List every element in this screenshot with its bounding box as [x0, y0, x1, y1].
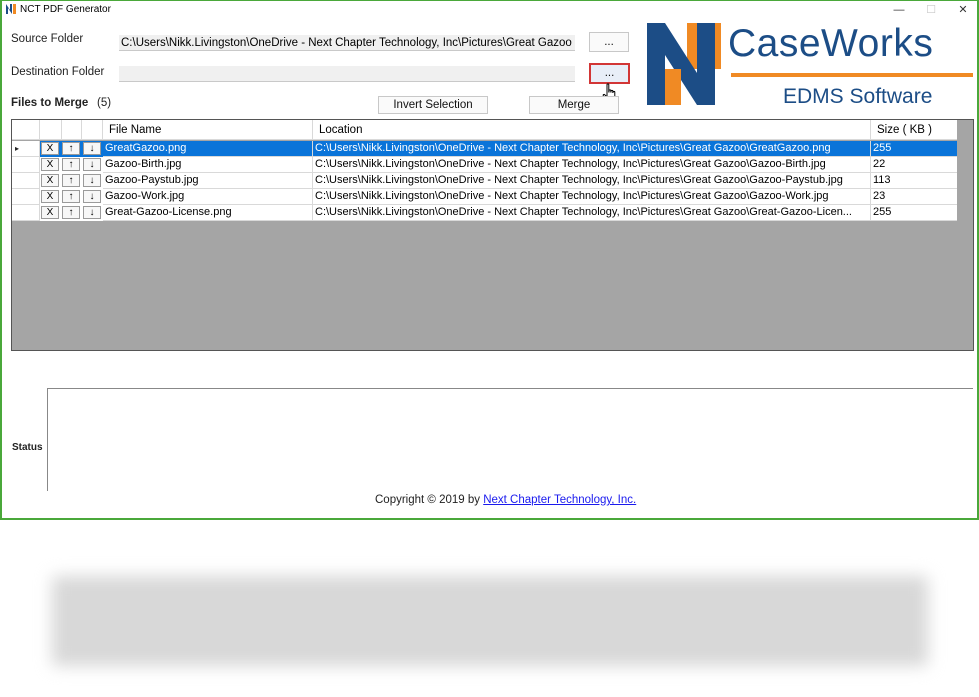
- close-button[interactable]: ✕: [952, 2, 974, 18]
- status-box[interactable]: [47, 388, 973, 491]
- title-bar: NCT PDF Generator — ☐ ✕: [2, 1, 977, 19]
- copyright-text: Copyright © 2019 by: [375, 494, 484, 506]
- app-icon: [5, 3, 17, 15]
- header-row-selector: [12, 120, 40, 140]
- minimize-button[interactable]: —: [888, 2, 910, 18]
- size-cell[interactable]: 23: [871, 189, 958, 205]
- move-down-button[interactable]: ↓: [83, 174, 101, 187]
- maximize-button[interactable]: ☐: [920, 2, 942, 18]
- move-down-button[interactable]: ↓: [83, 158, 101, 171]
- status-label: Status: [12, 442, 43, 453]
- destination-folder-field[interactable]: [119, 66, 575, 82]
- row-selector[interactable]: [12, 173, 40, 189]
- caseworks-logo: CaseWorks EDMS Software: [645, 21, 975, 111]
- move-down-button[interactable]: ↓: [83, 142, 101, 155]
- file-name-cell[interactable]: Gazoo-Work.jpg: [103, 189, 313, 205]
- source-folder-field[interactable]: C:\Users\Nikk.Livingston\OneDrive - Next…: [119, 35, 575, 51]
- table-row[interactable]: X ↑ ↓ Great-Gazoo-License.png C:\Users\N…: [12, 205, 958, 221]
- app-window: NCT PDF Generator — ☐ ✕ Source Folder C:…: [0, 0, 979, 520]
- location-cell[interactable]: C:\Users\Nikk.Livingston\OneDrive - Next…: [313, 141, 871, 157]
- table-row[interactable]: X ↑ ↓ Gazoo-Birth.jpg C:\Users\Nikk.Livi…: [12, 157, 958, 173]
- move-up-button[interactable]: ↑: [62, 190, 80, 203]
- invert-selection-button[interactable]: Invert Selection: [378, 96, 488, 114]
- destination-folder-label: Destination Folder: [11, 66, 105, 78]
- move-down-button[interactable]: ↓: [83, 190, 101, 203]
- remove-button[interactable]: X: [41, 206, 59, 219]
- header-size[interactable]: Size ( KB ): [871, 120, 958, 140]
- files-count: (5): [97, 97, 112, 109]
- window-title: NCT PDF Generator: [20, 4, 111, 15]
- table-row[interactable]: X ↑ ↓ Gazoo-Paystub.jpg C:\Users\Nikk.Li…: [12, 173, 958, 189]
- remove-button[interactable]: X: [41, 174, 59, 187]
- table-row[interactable]: ▸ X ↑ ↓ GreatGazoo.png C:\Users\Nikk.Liv…: [12, 141, 958, 157]
- row-selector[interactable]: [12, 157, 40, 173]
- location-cell[interactable]: C:\Users\Nikk.Livingston\OneDrive - Next…: [313, 205, 871, 221]
- caseworks-logo-tagline: EDMS Software: [783, 85, 933, 108]
- location-cell[interactable]: C:\Users\Nikk.Livingston\OneDrive - Next…: [313, 189, 871, 205]
- move-up-button[interactable]: ↑: [62, 158, 80, 171]
- size-cell[interactable]: 22: [871, 157, 958, 173]
- row-selector[interactable]: [12, 189, 40, 205]
- header-remove: [40, 120, 62, 140]
- caseworks-logo-name: CaseWorks: [728, 22, 934, 65]
- row-selector-icon[interactable]: ▸: [12, 141, 40, 157]
- files-to-merge-label: Files to Merge: [11, 97, 89, 109]
- remove-button[interactable]: X: [41, 190, 59, 203]
- copyright: Copyright © 2019 by Next Chapter Technol…: [375, 494, 636, 506]
- destination-browse-button[interactable]: ...: [589, 63, 630, 84]
- size-cell[interactable]: 113: [871, 173, 958, 189]
- size-cell[interactable]: 255: [871, 205, 958, 221]
- blurred-region: [52, 576, 928, 666]
- merge-button[interactable]: Merge: [529, 96, 619, 114]
- header-down: [82, 120, 103, 140]
- location-cell[interactable]: C:\Users\Nikk.Livingston\OneDrive - Next…: [313, 157, 871, 173]
- location-cell[interactable]: C:\Users\Nikk.Livingston\OneDrive - Next…: [313, 173, 871, 189]
- move-up-button[interactable]: ↑: [62, 206, 80, 219]
- grid-vertical-scrollbar[interactable]: [957, 120, 973, 350]
- source-folder-label: Source Folder: [11, 33, 84, 45]
- file-name-cell[interactable]: Great-Gazoo-License.png: [103, 205, 313, 221]
- source-browse-button[interactable]: ...: [589, 32, 629, 52]
- logo-divider: [731, 73, 973, 77]
- header-up: [62, 120, 82, 140]
- header-file-name[interactable]: File Name: [103, 120, 313, 140]
- file-name-cell[interactable]: Gazoo-Paystub.jpg: [103, 173, 313, 189]
- remove-button[interactable]: X: [41, 142, 59, 155]
- remove-button[interactable]: X: [41, 158, 59, 171]
- grid-header: File Name Location Size ( KB ): [12, 120, 958, 140]
- header-location[interactable]: Location: [313, 120, 871, 140]
- company-link[interactable]: Next Chapter Technology, Inc.: [483, 494, 636, 506]
- row-selector[interactable]: [12, 205, 40, 221]
- file-name-cell[interactable]: Gazoo-Birth.jpg: [103, 157, 313, 173]
- move-up-button[interactable]: ↑: [62, 142, 80, 155]
- files-grid[interactable]: File Name Location Size ( KB ) ▸ X ↑ ↓ G…: [11, 119, 974, 351]
- caseworks-logo-mark: [647, 23, 723, 105]
- size-cell[interactable]: 255: [871, 141, 958, 157]
- table-row[interactable]: X ↑ ↓ Gazoo-Work.jpg C:\Users\Nikk.Livin…: [12, 189, 958, 205]
- file-name-cell[interactable]: GreatGazoo.png: [103, 141, 313, 157]
- move-down-button[interactable]: ↓: [83, 206, 101, 219]
- move-up-button[interactable]: ↑: [62, 174, 80, 187]
